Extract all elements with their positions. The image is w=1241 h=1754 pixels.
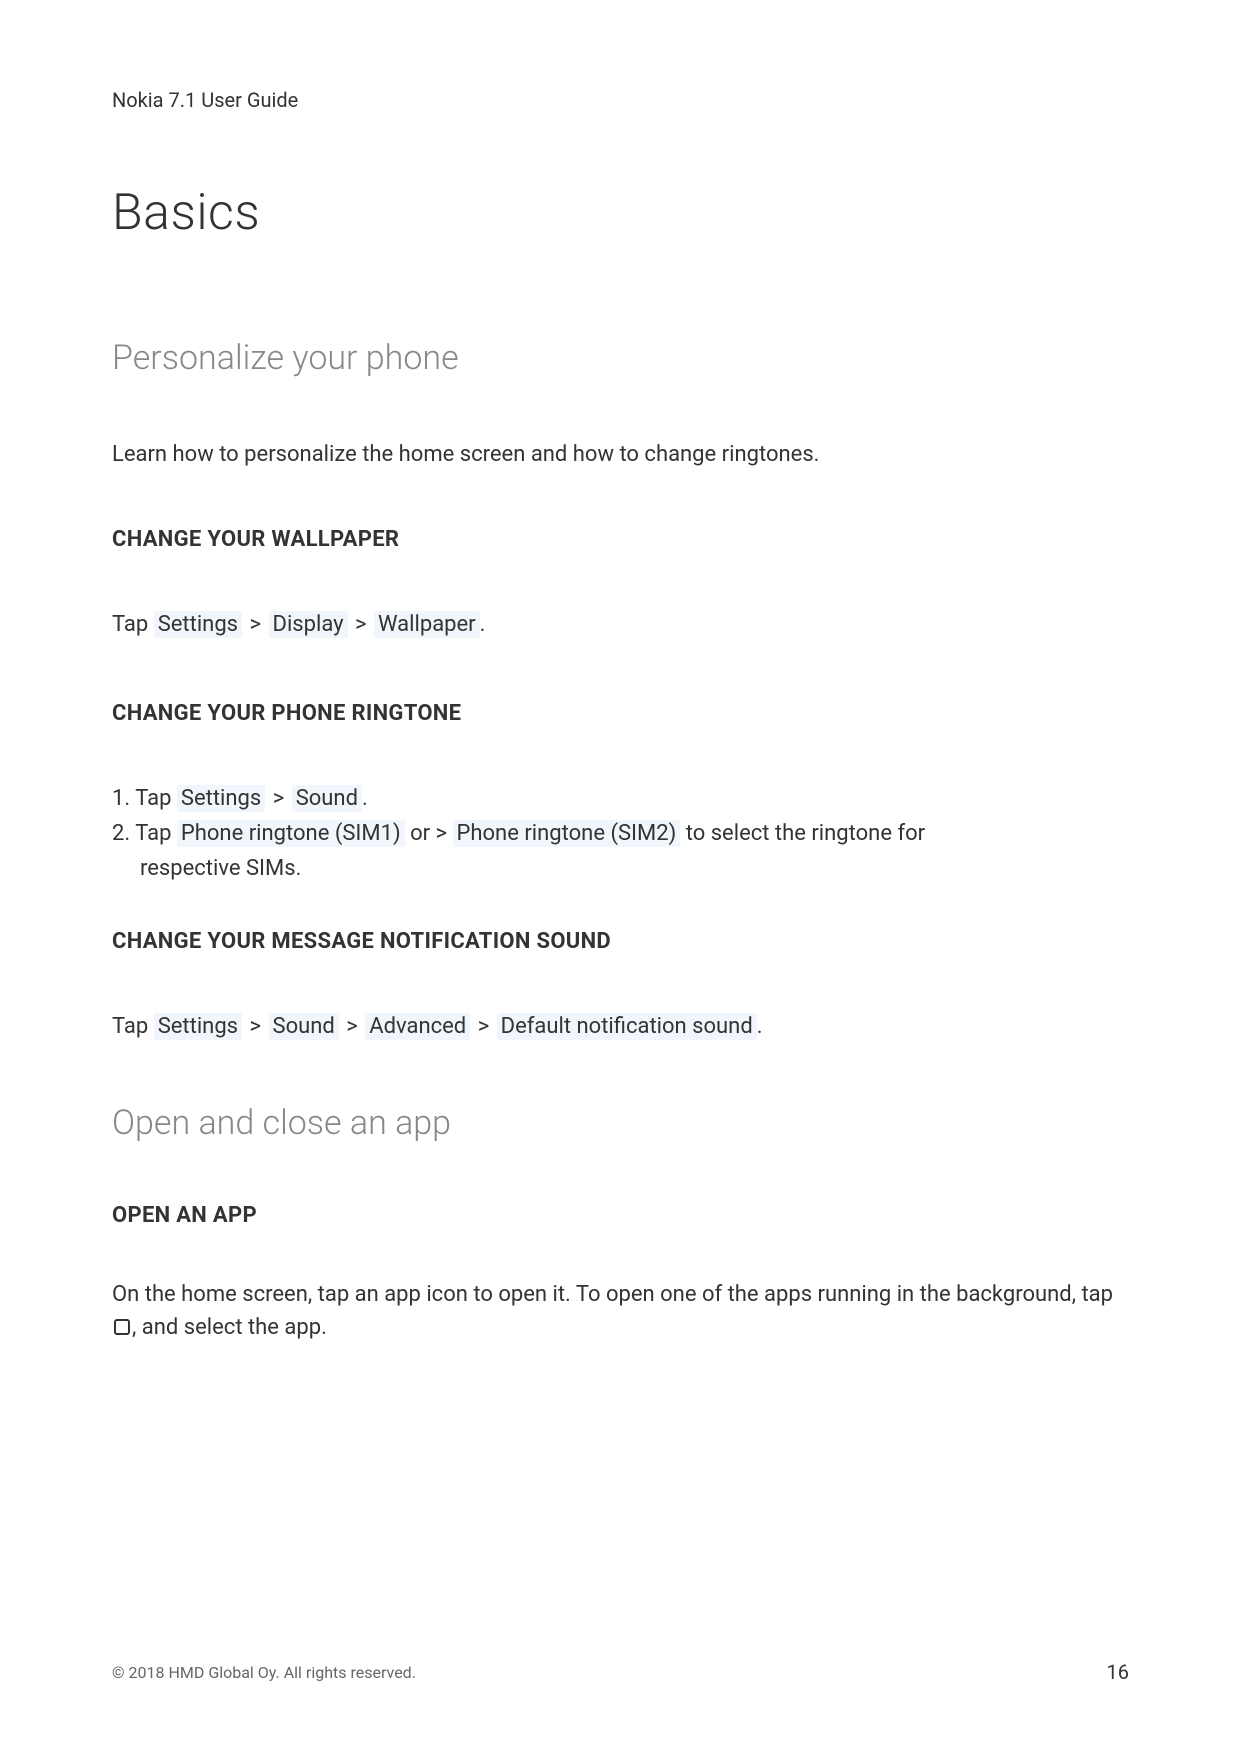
ui-label-sound: Sound	[292, 785, 362, 812]
wallpaper-instruction: Tap Settings > Display > Wallpaper.	[112, 608, 1129, 641]
ui-label-ringtone-sim2: Phone ringtone (SIM2)	[453, 820, 681, 847]
section-personalize-title: Personalize your phone	[112, 338, 1129, 378]
period: .	[757, 1014, 763, 1039]
ui-label-advanced: Advanced	[365, 1013, 470, 1040]
ringtone-steps-list: 1. Tap Settings > Sound. 2. Tap Phone ri…	[112, 782, 1129, 885]
notification-heading: CHANGE YOUR MESSAGE NOTIFICATION SOUND	[112, 929, 1129, 954]
period: .	[480, 612, 486, 637]
ui-label-settings: Settings	[177, 785, 265, 812]
notification-instruction: Tap Settings > Sound > Advanced > Defaul…	[112, 1010, 1129, 1043]
recent-apps-icon	[114, 1319, 130, 1335]
breadcrumb-separator: >	[478, 1014, 490, 1039]
breadcrumb-separator: >	[346, 1014, 358, 1039]
breadcrumb-separator: >	[250, 612, 262, 637]
wallpaper-heading: CHANGE YOUR WALLPAPER	[112, 527, 1129, 552]
breadcrumb-separator: >	[273, 786, 285, 811]
ui-label-sound: Sound	[269, 1013, 339, 1040]
chapter-title: Basics	[112, 184, 1129, 242]
breadcrumb-separator: >	[355, 612, 367, 637]
ringtone-heading: CHANGE YOUR PHONE RINGTONE	[112, 701, 1129, 726]
openapp-body: On the home screen, tap an app icon to o…	[112, 1278, 1129, 1344]
list-item-2: 2. Tap Phone ringtone (SIM1) or > Phone …	[112, 817, 1129, 850]
or-text: or >	[405, 821, 453, 846]
page-number: 16	[1107, 1660, 1129, 1684]
ui-label-settings: Settings	[154, 1013, 242, 1040]
openapp-body-part2: , and select the app.	[132, 1315, 327, 1340]
personalize-intro-text: Learn how to personalize the home screen…	[112, 438, 1129, 471]
tap-prefix: Tap	[112, 612, 154, 637]
section-openclose-title: Open and close an app	[112, 1103, 1129, 1143]
ui-label-default-notification: Default notification sound	[497, 1013, 757, 1040]
breadcrumb-separator: >	[250, 1014, 262, 1039]
page-footer: © 2018 HMD Global Oy. All rights reserve…	[112, 1660, 1129, 1684]
openapp-heading: OPEN AN APP	[112, 1203, 1129, 1228]
list-item-2-continued: respective SIMs.	[112, 852, 1129, 885]
item2-prefix: 2. Tap	[112, 821, 177, 846]
list-item-1: 1. Tap Settings > Sound.	[112, 782, 1129, 815]
ui-label-wallpaper: Wallpaper	[374, 611, 480, 638]
ui-label-settings: Settings	[154, 611, 242, 638]
ui-label-ringtone-sim1: Phone ringtone (SIM1)	[177, 820, 405, 847]
document-header-title: Nokia 7.1 User Guide	[112, 88, 1129, 112]
tap-prefix: Tap	[112, 1014, 154, 1039]
copyright-text: © 2018 HMD Global Oy. All rights reserve…	[112, 1663, 416, 1682]
period: .	[362, 786, 368, 811]
ui-label-display: Display	[269, 611, 348, 638]
item2-suffix: to select the ringtone for	[680, 821, 925, 846]
openapp-body-part1: On the home screen, tap an app icon to o…	[112, 1282, 1113, 1307]
item1-prefix: 1. Tap	[112, 786, 177, 811]
